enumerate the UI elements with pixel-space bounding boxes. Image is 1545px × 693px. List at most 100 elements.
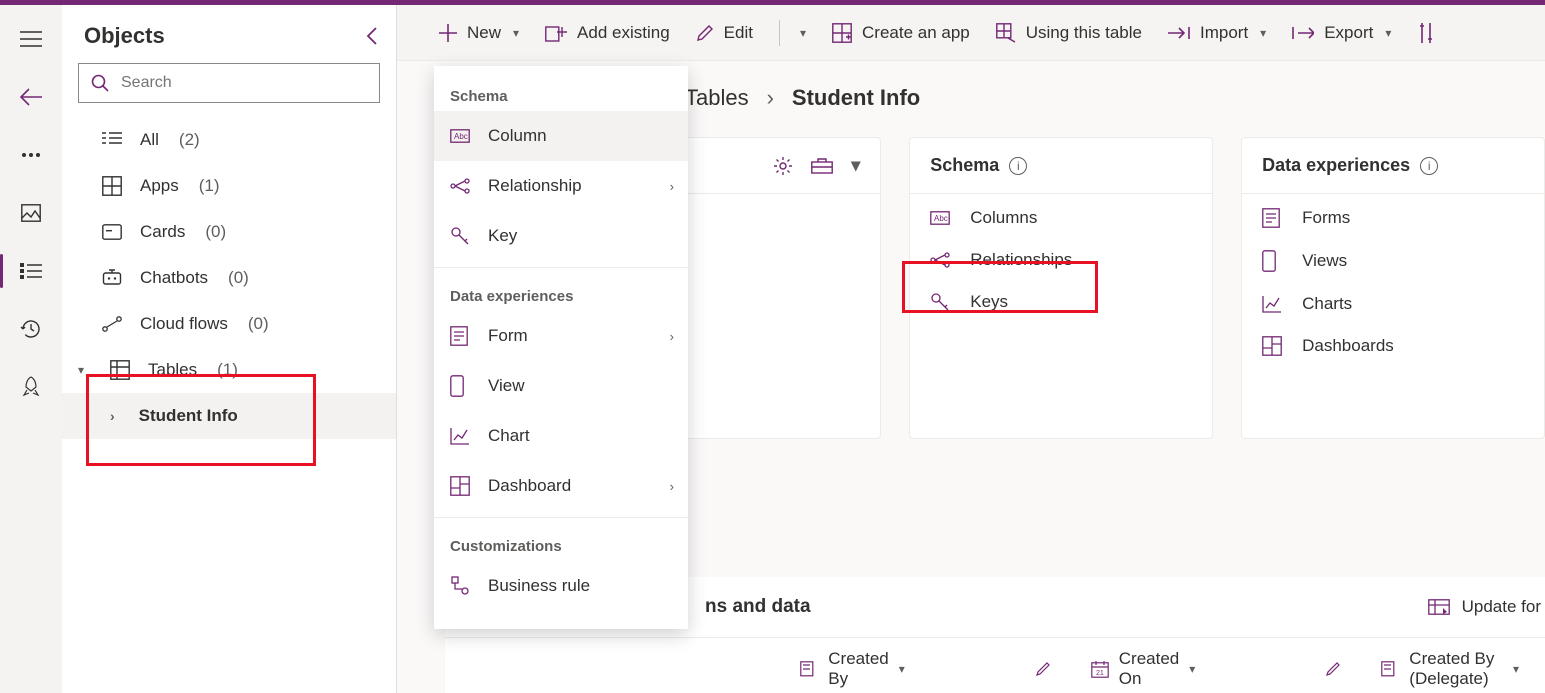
import-icon	[1168, 26, 1190, 40]
sidebar-item-student-info[interactable]: › Student Info	[62, 393, 396, 439]
export-button[interactable]: Export ▾	[1292, 23, 1391, 43]
section-title: ns and data	[705, 596, 811, 618]
schema-columns-link[interactable]: Abc Columns	[930, 208, 1192, 228]
sidebar-title: Objects	[84, 23, 165, 49]
import-button[interactable]: Import ▾	[1168, 23, 1266, 43]
gear-icon[interactable]	[773, 156, 793, 176]
col-created-on[interactable]: 21 Created On ▾	[1091, 649, 1382, 689]
tools-button[interactable]	[1417, 22, 1435, 44]
search-input[interactable]	[78, 63, 380, 103]
chevron-down-icon: ▾	[513, 26, 519, 40]
dashboard-icon	[450, 476, 472, 496]
edit-dropdown[interactable]: ▾	[798, 26, 806, 40]
cmd-label: Using this table	[1026, 23, 1142, 43]
toolbox-icon[interactable]	[811, 158, 833, 174]
info-icon[interactable]: i	[1009, 157, 1027, 175]
dd-item-dashboard[interactable]: Dashboard ›	[434, 461, 688, 511]
export-icon	[1292, 26, 1314, 40]
charts-link[interactable]: Charts	[1262, 294, 1524, 314]
sidebar-item-count: (1)	[217, 360, 238, 380]
using-table-button[interactable]: Using this table	[996, 23, 1142, 43]
apps-icon	[102, 176, 122, 196]
more-icon[interactable]	[19, 143, 43, 167]
sidebar-item-cards[interactable]: Cards (0)	[62, 209, 396, 255]
dd-item-relationship[interactable]: Relationship ›	[434, 161, 688, 211]
chevron-right-icon: ›	[670, 179, 674, 194]
form-icon	[450, 326, 472, 346]
rocket-icon[interactable]	[19, 375, 43, 399]
sidebar-item-apps[interactable]: Apps (1)	[62, 163, 396, 209]
key-icon	[930, 292, 952, 312]
divider	[434, 267, 688, 268]
chevron-down-icon: ▾	[1513, 662, 1519, 676]
dd-item-form[interactable]: Form ›	[434, 311, 688, 361]
sidebar-item-tables[interactable]: ▾ Tables (1)	[62, 347, 396, 393]
update-forms-link[interactable]: Update for	[1428, 597, 1545, 617]
tools-icon	[1417, 22, 1435, 44]
history-icon[interactable]	[19, 317, 43, 341]
list-icon[interactable]	[19, 259, 43, 283]
new-button[interactable]: New ▾	[439, 23, 519, 43]
dd-item-key[interactable]: Key	[434, 211, 688, 261]
sidebar-item-cloudflows[interactable]: Cloud flows (0)	[62, 301, 396, 347]
new-dropdown-menu: Schema Abc Column Relationship › Key Dat…	[434, 66, 688, 629]
chevron-down-icon[interactable]: ▾	[851, 155, 860, 176]
col-created-by[interactable]: Created By ▾	[800, 649, 1091, 689]
dd-item-label: Business rule	[488, 576, 590, 596]
dd-item-business-rule[interactable]: Business rule	[434, 561, 688, 611]
edit-button[interactable]: Edit	[696, 23, 753, 43]
left-rail	[0, 5, 62, 693]
image-icon[interactable]	[19, 201, 43, 225]
dd-item-label: View	[488, 376, 525, 396]
schema-relationships-link[interactable]: Relationships	[930, 250, 1192, 270]
pencil-icon[interactable]	[1035, 661, 1051, 677]
cards-icon	[102, 224, 122, 240]
divider	[779, 20, 780, 46]
dd-section-custom: Customizations	[434, 524, 688, 561]
business-rule-icon	[450, 576, 472, 596]
sidebar-item-count: (0)	[205, 222, 226, 242]
add-existing-button[interactable]: Add existing	[545, 23, 670, 43]
sidebar-item-chatbots[interactable]: Chatbots (0)	[62, 255, 396, 301]
sidebar-item-label: Cloud flows	[140, 314, 228, 334]
sidebar-item-all[interactable]: All (2)	[62, 117, 396, 163]
col-created-by-delegate[interactable]: Created By (Delegate) ▾	[1381, 649, 1545, 689]
add-existing-icon	[545, 24, 567, 42]
dashboards-link[interactable]: Dashboards	[1262, 336, 1524, 356]
table-tool-icon	[996, 23, 1016, 43]
card-title: Schema	[930, 155, 999, 176]
flow-icon	[102, 316, 122, 332]
create-app-button[interactable]: Create an app	[832, 23, 970, 43]
col-label: Created By	[828, 649, 888, 689]
divider	[434, 517, 688, 518]
info-icon[interactable]: i	[1420, 157, 1438, 175]
chevron-right-icon: ›	[670, 329, 674, 344]
view-icon	[1262, 250, 1284, 272]
collapse-sidebar-icon[interactable]	[366, 26, 378, 46]
search-field[interactable]	[121, 74, 367, 92]
all-icon	[102, 132, 122, 148]
breadcrumb-tables[interactable]: Tables	[685, 85, 749, 111]
sidebar-item-label: Apps	[140, 176, 179, 196]
chevron-down-icon: ▾	[1189, 662, 1195, 676]
schema-keys-link[interactable]: Keys	[930, 292, 1192, 312]
chatbot-icon	[102, 269, 122, 287]
dd-section-schema: Schema	[434, 74, 688, 111]
lookup-icon	[1381, 661, 1399, 677]
dd-item-column[interactable]: Abc Column	[434, 111, 688, 161]
plus-icon	[439, 24, 457, 42]
hamburger-icon[interactable]	[19, 27, 43, 51]
cmd-label: Export	[1324, 23, 1373, 43]
card-item-label: Forms	[1302, 208, 1350, 228]
schema-card: Schema i Abc Columns Relationships Keys	[909, 137, 1213, 439]
relationship-icon	[930, 252, 952, 268]
forms-link[interactable]: Forms	[1262, 208, 1524, 228]
back-icon[interactable]	[19, 85, 43, 109]
data-grid-header: Created By ▾ 21 Created On ▾ Created By …	[445, 637, 1545, 693]
dd-item-chart[interactable]: Chart	[434, 411, 688, 461]
pencil-icon[interactable]	[1325, 661, 1341, 677]
views-link[interactable]: Views	[1262, 250, 1524, 272]
relationship-icon	[450, 178, 472, 194]
dd-item-view[interactable]: View	[434, 361, 688, 411]
svg-text:Abc: Abc	[934, 214, 948, 223]
